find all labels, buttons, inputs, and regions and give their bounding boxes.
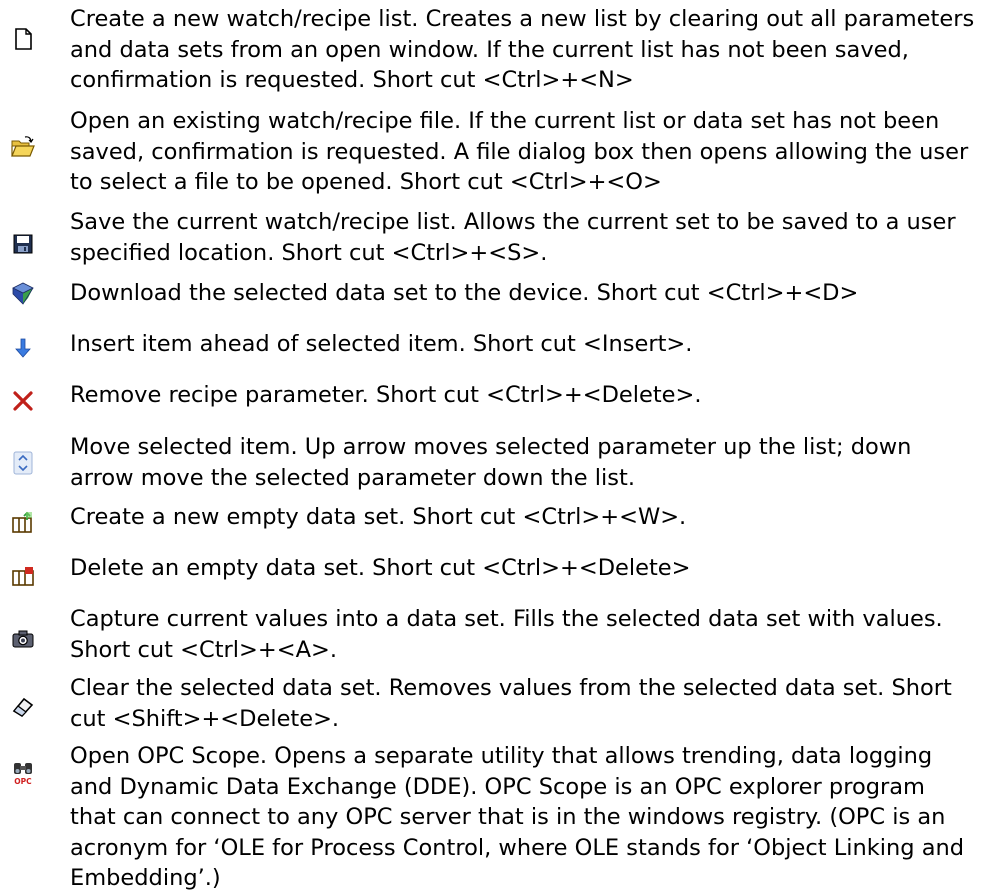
entry-text: Delete an empty data set. Short cut <Ctr… [70, 555, 691, 581]
remove-x-icon [10, 388, 36, 414]
new-dataset-icon [10, 509, 36, 535]
entry-text: Create a new watch/recipe list. Creates … [70, 6, 975, 93]
download-icon [10, 280, 36, 306]
entry-text: Open OPC Scope. Opens a separate utility… [70, 743, 965, 891]
entry-text: Remove recipe parameter. Short cut <Ctrl… [70, 382, 702, 408]
new-document-icon [10, 26, 36, 52]
eraser-icon [10, 693, 36, 719]
entry-text: Download the selected data set to the de… [70, 280, 859, 306]
capture-camera-icon [10, 626, 36, 652]
entry-text: Save the current watch/recipe list. Allo… [70, 209, 956, 266]
delete-dataset-icon [10, 562, 36, 588]
entry-text: Open an existing watch/recipe file. If t… [70, 108, 969, 195]
entry-text: Create a new empty data set. Short cut <… [70, 504, 687, 530]
open-folder-icon [10, 134, 36, 160]
entry-text: Capture current values into a data set. … [70, 606, 943, 663]
entry-text: Clear the selected data set. Removes val… [70, 675, 952, 732]
move-updown-icon [10, 450, 36, 476]
save-disk-icon [10, 231, 36, 257]
entry-text: Move selected item. Up arrow moves selec… [70, 434, 912, 491]
insert-arrow-icon [10, 335, 36, 361]
entry-text: Insert item ahead of selected item. Shor… [70, 331, 693, 357]
opc-scope-icon: OPC [10, 761, 36, 787]
opc-icon-label: OPC [14, 777, 32, 786]
